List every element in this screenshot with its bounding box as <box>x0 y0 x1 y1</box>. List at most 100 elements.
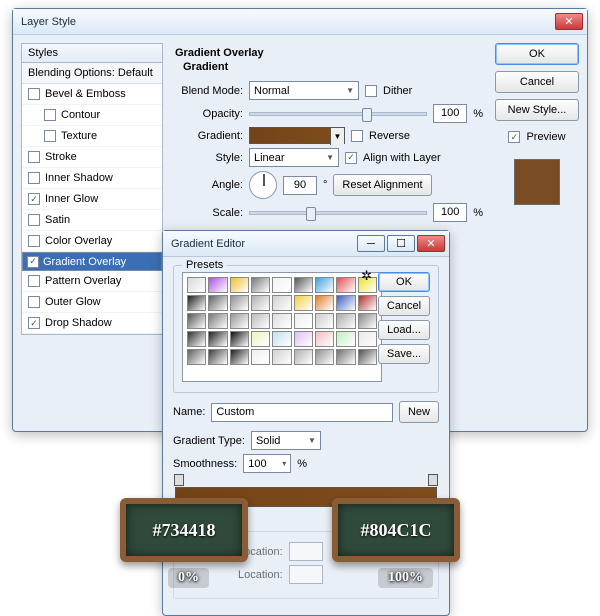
preset-swatch[interactable] <box>230 349 249 365</box>
preset-swatch[interactable] <box>336 295 355 311</box>
new-style-button[interactable]: New Style... <box>495 99 579 121</box>
checkbox[interactable] <box>28 275 40 287</box>
checkbox[interactable]: ✓ <box>27 256 39 268</box>
style-item[interactable]: Contour <box>22 105 162 126</box>
opacity-location-input[interactable] <box>289 542 323 561</box>
style-item[interactable]: Stroke <box>22 147 162 168</box>
checkbox[interactable] <box>28 172 40 184</box>
blendmode-select[interactable]: Normal▼ <box>249 81 359 100</box>
checkbox[interactable] <box>44 109 56 121</box>
preset-swatch[interactable] <box>187 295 206 311</box>
preset-swatch[interactable] <box>294 331 313 347</box>
preset-swatch[interactable] <box>251 295 270 311</box>
minimize-icon[interactable]: ─ <box>357 235 385 252</box>
checkbox[interactable] <box>28 296 40 308</box>
preset-swatch[interactable] <box>358 349 377 365</box>
preset-swatch[interactable] <box>272 331 291 347</box>
preset-swatch[interactable] <box>208 331 227 347</box>
ge-cancel-button[interactable]: Cancel <box>378 296 430 316</box>
preset-swatch[interactable] <box>187 313 206 329</box>
style-item[interactable]: ✓Gradient Overlay <box>22 252 162 271</box>
preset-swatch[interactable] <box>358 313 377 329</box>
style-item[interactable]: Inner Shadow <box>22 168 162 189</box>
smoothness-input[interactable]: 100▾ <box>243 454 291 473</box>
preset-swatch[interactable] <box>272 277 291 293</box>
preset-swatch[interactable] <box>208 313 227 329</box>
style-item[interactable]: Texture <box>22 126 162 147</box>
preset-swatch[interactable] <box>315 277 334 293</box>
preset-swatch[interactable] <box>315 295 334 311</box>
preset-swatch[interactable] <box>187 331 206 347</box>
presets-grid[interactable] <box>182 272 382 382</box>
ge-save-button[interactable]: Save... <box>378 344 430 364</box>
titlebar[interactable]: Gradient Editor ─ ☐ ✕ <box>163 231 449 257</box>
dither-checkbox[interactable] <box>365 85 377 97</box>
new-button[interactable]: New <box>399 401 439 423</box>
preset-swatch[interactable] <box>230 331 249 347</box>
preset-swatch[interactable] <box>251 277 270 293</box>
preset-swatch[interactable] <box>251 349 270 365</box>
style-item[interactable]: ✓Inner Glow <box>22 189 162 210</box>
ge-ok-button[interactable]: OK <box>378 272 430 292</box>
maximize-icon[interactable]: ☐ <box>387 235 415 252</box>
gear-icon[interactable]: ✲ <box>361 268 372 284</box>
preset-swatch[interactable] <box>336 331 355 347</box>
preset-swatch[interactable] <box>251 313 270 329</box>
preset-swatch[interactable] <box>208 277 227 293</box>
opacity-slider[interactable] <box>249 112 427 116</box>
styles-header[interactable]: Styles <box>22 44 162 63</box>
preset-swatch[interactable] <box>294 313 313 329</box>
preset-swatch[interactable] <box>294 349 313 365</box>
angle-dial[interactable] <box>249 171 277 199</box>
preset-swatch[interactable] <box>187 277 206 293</box>
chevron-down-icon[interactable]: ▼ <box>330 128 344 145</box>
preset-swatch[interactable] <box>272 349 291 365</box>
reverse-checkbox[interactable] <box>351 130 363 142</box>
preview-checkbox[interactable]: ✓ <box>508 131 520 143</box>
align-checkbox[interactable]: ✓ <box>345 152 357 164</box>
preset-swatch[interactable] <box>187 349 206 365</box>
preset-swatch[interactable] <box>336 277 355 293</box>
style-select[interactable]: Linear▼ <box>249 148 339 167</box>
ge-load-button[interactable]: Load... <box>378 320 430 340</box>
color-location-input[interactable] <box>289 565 323 584</box>
scale-input[interactable]: 100 <box>433 203 467 222</box>
titlebar[interactable]: Layer Style ✕ <box>13 9 587 35</box>
preset-swatch[interactable] <box>230 277 249 293</box>
style-item[interactable]: Satin <box>22 210 162 231</box>
name-input[interactable]: Custom <box>211 403 393 422</box>
blending-options[interactable]: Blending Options: Default <box>22 63 162 84</box>
checkbox[interactable] <box>28 235 40 247</box>
preset-swatch[interactable] <box>294 295 313 311</box>
checkbox[interactable] <box>28 214 40 226</box>
style-item[interactable]: ✓Drop Shadow <box>22 313 162 334</box>
preset-swatch[interactable] <box>272 295 291 311</box>
preset-swatch[interactable] <box>272 313 291 329</box>
close-icon[interactable]: ✕ <box>417 235 445 252</box>
checkbox[interactable] <box>44 130 56 142</box>
gradient-type-select[interactable]: Solid▼ <box>251 431 321 450</box>
style-item[interactable]: Color Overlay <box>22 231 162 252</box>
preset-swatch[interactable] <box>315 313 334 329</box>
gradient-swatch[interactable]: ▼ <box>249 127 345 144</box>
close-icon[interactable]: ✕ <box>555 13 583 30</box>
checkbox[interactable]: ✓ <box>28 317 40 329</box>
preset-swatch[interactable] <box>336 313 355 329</box>
cancel-button[interactable]: Cancel <box>495 71 579 93</box>
checkbox[interactable]: ✓ <box>28 193 40 205</box>
style-item[interactable]: Outer Glow <box>22 292 162 313</box>
angle-input[interactable]: 90 <box>283 176 317 195</box>
opacity-stop-left[interactable] <box>174 474 184 486</box>
checkbox[interactable] <box>28 151 40 163</box>
preset-swatch[interactable] <box>230 295 249 311</box>
preset-swatch[interactable] <box>208 295 227 311</box>
preset-swatch[interactable] <box>358 295 377 311</box>
preset-swatch[interactable] <box>230 313 249 329</box>
preset-swatch[interactable] <box>251 331 270 347</box>
ok-button[interactable]: OK <box>495 43 579 65</box>
opacity-stop-right[interactable] <box>428 474 438 486</box>
preset-swatch[interactable] <box>315 349 334 365</box>
style-item[interactable]: Pattern Overlay <box>22 271 162 292</box>
scale-slider[interactable] <box>249 211 427 215</box>
preset-swatch[interactable] <box>208 349 227 365</box>
